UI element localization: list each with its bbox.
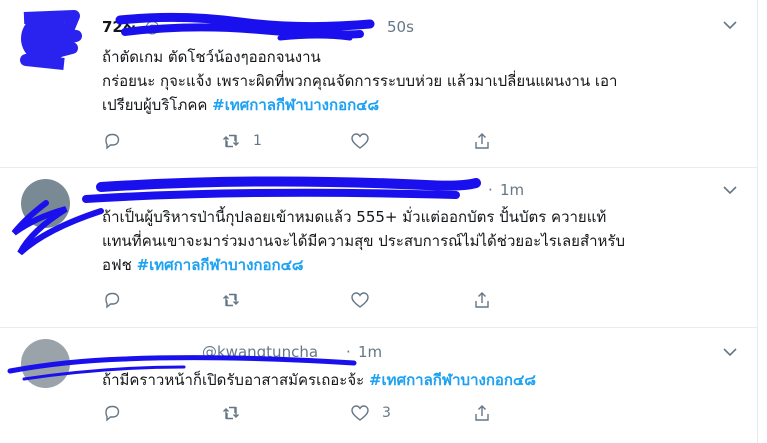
hashtag-link[interactable]: #เทศกาลกีฬาบางกอก๔๘ [137,256,304,274]
avatar[interactable] [21,339,70,388]
tweet-text-line: อฟช #เทศกาลกีฬาบางกอก๔๘ [102,256,304,274]
tweet-text-line: เปรียบผู้บริโภคค #เทศกาลกีฬาบางกอก๔๘ [102,96,380,114]
reply-button[interactable] [102,129,134,153]
tweet-text-line: ถ้าตัดเกม ตัดโชว์น้องๆออกจนงาน [102,48,321,66]
tweet-text: ถ้ามีคราวหน้าก็เปิดรับอาสาสมัครเถอะจ้ะ #… [102,368,722,392]
reply-icon [105,405,120,422]
user-handle[interactable]: @kwangtuncha [202,343,318,361]
tweet-text-line: กร่อยนะ กุจะแจ้ง เพราะผิดที่พวกคุณจัดการ… [102,72,618,90]
timestamp[interactable]: 50s [387,18,414,36]
share-button[interactable] [472,288,492,312]
reply-button[interactable] [102,288,134,312]
chevron-down-icon[interactable] [723,347,737,357]
share-icon [475,405,489,421]
tweet-text: ถ้าเป็นผู้บริหารป่านี้กุปลอยเข้าหมดแล้ว … [102,205,722,277]
retweet-icon [223,293,239,307]
reply-button[interactable] [102,401,134,425]
like-button[interactable] [350,288,382,312]
tweet-header: 72& @ · 50s [102,18,414,36]
tweet[interactable]: @kwangtuncha · 1m ถ้ามีคราวหน้าก็เปิดรับ… [0,327,757,443]
hashtag-link[interactable]: #เทศกาลกีฬาบางกอก๔๘ [369,371,536,389]
tweet-text-line: ถ้ามีคราวหน้าก็เปิดรับอาสาสมัครเถอะจ้ะ #… [102,371,536,389]
heart-icon [351,133,369,149]
reply-icon [105,133,120,150]
display-name[interactable]: 72& [102,18,136,36]
tweet-text-line: แทนที่คนเขาจะมาร่วมงานจะได้มีความสุข ประ… [102,232,625,250]
avatar[interactable] [21,179,70,228]
like-button[interactable]: 3 [350,401,391,425]
separator-dot: · [346,343,351,361]
reply-icon [105,292,120,309]
chevron-down-icon[interactable] [723,20,737,30]
heart-icon [351,405,369,421]
separator-dot: · [488,181,493,199]
chevron-down-icon[interactable] [723,185,737,195]
user-handle[interactable]: @ [145,18,160,36]
timestamp[interactable]: 1m [500,181,524,199]
tweet-text-line: ถ้าเป็นผู้บริหารป่านี้กุปลอยเข้าหมดแล้ว … [102,208,607,226]
tweet[interactable]: 72& @ · 50s ถ้าตัดเกม ตัดโชว์น้องๆออกจนง… [0,0,757,168]
like-button[interactable] [350,129,382,153]
heart-icon [351,292,369,308]
share-button[interactable] [472,129,492,153]
timeline: 72& @ · 50s ถ้าตัดเกม ตัดโชว์น้องๆออกจนง… [0,0,758,443]
retweet-button[interactable] [221,401,253,425]
tweet[interactable]: 1m · ถ้าเป็นผู้บริหารป่านี้กุปลอยเข้าหมด… [0,167,757,328]
retweet-button[interactable] [221,288,253,312]
hashtag-link[interactable]: #เทศกาลกีฬาบางกอก๔๘ [212,96,379,114]
retweet-button[interactable]: 1 [221,129,262,153]
share-icon [475,292,489,308]
retweet-count: 1 [253,133,262,149]
retweet-icon [223,134,239,148]
share-button[interactable] [472,401,492,425]
share-icon [475,133,489,149]
retweet-icon [223,406,239,420]
like-count: 3 [382,405,391,421]
separator-dot: · [168,18,174,36]
tweet-text: ถ้าตัดเกม ตัดโชว์น้องๆออกจนงาน กร่อยนะ ก… [102,45,722,117]
timestamp[interactable]: 1m [358,343,382,361]
tweet-header: 1m · [102,181,524,199]
avatar[interactable] [21,14,70,63]
